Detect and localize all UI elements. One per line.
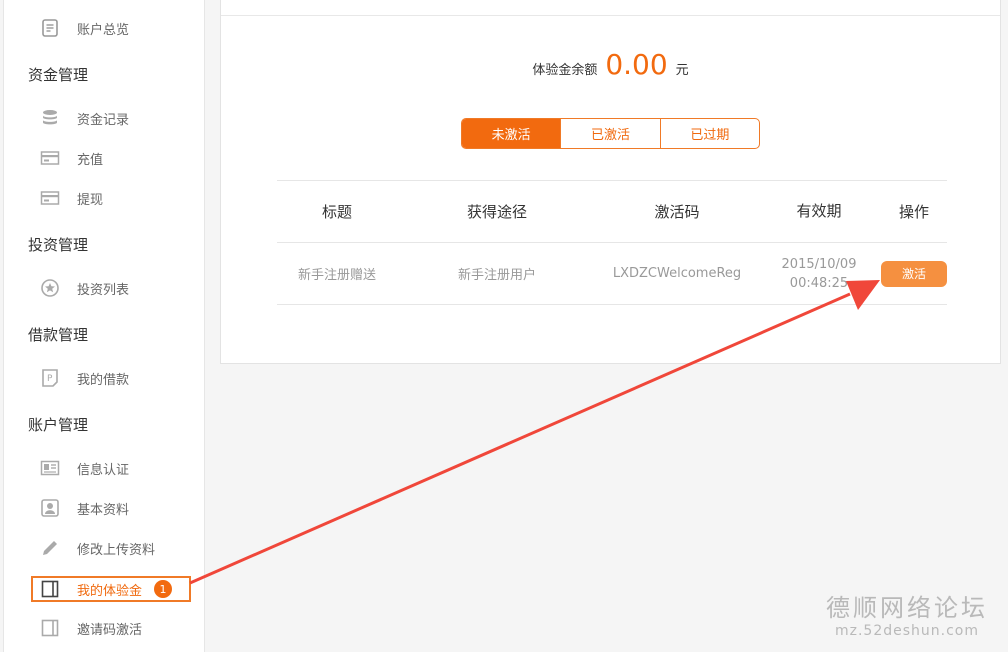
group-title-account: 账户管理 (28, 416, 89, 434)
coins-icon (40, 108, 60, 128)
sidebar-item-label: 投资列表 (77, 282, 130, 298)
sidebar-item-label: 充值 (77, 152, 104, 168)
trial-funds-panel: 体验金余额 0.00 元 未激活 已激活 已过期 标题 获得途径 激活码 有效期… (220, 0, 1001, 364)
cell-code: LXDZCWelcomeReg (612, 266, 742, 281)
status-tabs: 未激活 已激活 已过期 (461, 118, 760, 149)
notification-badge: 1 (154, 580, 173, 598)
card-icon (40, 148, 60, 168)
sidebar-item-my-loans[interactable]: P 我的借款 (40, 366, 129, 390)
trial-funds-table: 标题 获得途径 激活码 有效期 操作 新手注册赠送 新手注册用户 LXDZCWe… (277, 180, 947, 305)
header-action: 操作 (898, 203, 929, 221)
group-title-loans: 借款管理 (28, 326, 89, 344)
sidebar-item-investment-list[interactable]: 投资列表 (40, 276, 129, 300)
sidebar-item-label: 修改上传资料 (77, 542, 156, 558)
sidebar-item-label: 资金记录 (77, 112, 130, 128)
balance-amount: 0.00 (605, 48, 668, 81)
sidebar: 账户总览 资金管理 资金记录 充值 提现 投资管理 投资列表 借款管理 P 我的… (3, 0, 205, 652)
group-title-investment: 投资管理 (28, 236, 89, 254)
watermark: 德顺网络论坛 mz.52deshun.com (826, 588, 988, 639)
card-icon (40, 188, 60, 208)
header-title: 标题 (321, 203, 352, 221)
sidebar-item-label: 邀请码激活 (77, 622, 143, 638)
balance-unit: 元 (675, 63, 689, 78)
sidebar-item-invite-code[interactable]: 邀请码激活 (40, 616, 142, 640)
document-icon (40, 18, 60, 38)
balance-display: 体验金余额 0.00 元 (221, 48, 1000, 81)
sidebar-item-label: 提现 (77, 192, 104, 208)
balance-label: 体验金余额 (532, 63, 598, 78)
cell-source: 新手注册用户 (457, 268, 536, 283)
table-header: 标题 获得途径 激活码 有效期 操作 (277, 180, 947, 242)
sidebar-item-recharge[interactable]: 充值 (40, 146, 103, 170)
table-row: 新手注册赠送 新手注册用户 LXDZCWelcomeReg 2015/10/09… (277, 242, 947, 305)
header-code: 激活码 (654, 203, 700, 221)
book-icon (40, 618, 60, 638)
sidebar-item-withdraw[interactable]: 提现 (40, 186, 103, 210)
group-title-funds: 资金管理 (28, 66, 89, 84)
receipt-icon: P (40, 368, 60, 388)
cell-validity: 2015/10/09 00:48:25 (757, 255, 881, 293)
tab-activated[interactable]: 已激活 (561, 119, 661, 148)
cell-time: 00:48:25 (789, 275, 849, 291)
sidebar-item-fund-records[interactable]: 资金记录 (40, 106, 129, 130)
sidebar-item-verification[interactable]: 信息认证 (40, 456, 129, 480)
watermark-url: mz.52deshun.com (834, 623, 979, 639)
activate-button[interactable]: 激活 (881, 260, 947, 287)
cell-title: 新手注册赠送 (297, 268, 376, 283)
sidebar-item-label: 账户总览 (77, 22, 130, 38)
tab-not-activated[interactable]: 未激活 (462, 119, 562, 148)
header-validity: 有效期 (796, 202, 842, 220)
tab-expired[interactable]: 已过期 (661, 119, 759, 148)
user-icon (40, 498, 60, 518)
svg-text:P: P (47, 374, 53, 384)
header-source: 获得途径 (466, 203, 527, 221)
id-card-icon (40, 458, 60, 478)
sidebar-item-label: 基本资料 (77, 502, 130, 518)
sidebar-item-edit-upload[interactable]: 修改上传资料 (40, 536, 155, 560)
sidebar-item-label: 信息认证 (77, 462, 130, 478)
sidebar-item-label: 我的借款 (77, 372, 130, 388)
pencil-icon (40, 538, 60, 558)
sidebar-item-account-overview[interactable]: 账户总览 (40, 16, 129, 40)
sidebar-item-label: 我的体验金 (77, 583, 143, 599)
book-icon (40, 579, 60, 599)
panel-divider (221, 15, 1000, 16)
watermark-title: 德顺网络论坛 (826, 594, 988, 622)
sidebar-item-basic-info[interactable]: 基本资料 (40, 496, 129, 520)
star-circle-icon (40, 278, 60, 298)
sidebar-item-my-trial-funds[interactable]: 我的体验金 1 (40, 577, 173, 601)
cell-date: 2015/10/09 (781, 256, 857, 272)
cell-action: 激活 (881, 260, 947, 287)
